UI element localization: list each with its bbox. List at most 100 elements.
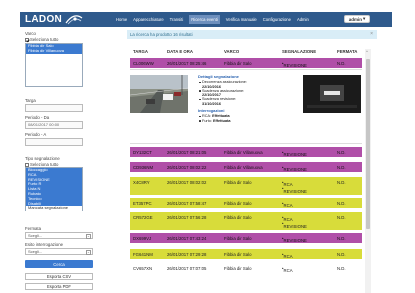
table-row[interactable]: CV657XN 26/01/2017 07:07:05 Fibbia dir S… <box>130 263 362 273</box>
fermata-value: Scegli... <box>28 233 43 238</box>
results-panel: La ricerca ha prodotto 16 risultati × TA… <box>127 30 377 293</box>
checkbox-checked-icon[interactable] <box>25 37 29 42</box>
app-logo[interactable]: LADON <box>25 13 83 26</box>
varco-listbox[interactable]: Fibbia dir Salo Fibbia dir Villanuova <box>25 43 83 87</box>
plate-photo-image[interactable] <box>303 75 361 113</box>
varco-select-all[interactable]: Seleziona tutto <box>25 37 58 42</box>
vehicle-photo-image[interactable] <box>130 75 188 113</box>
segnalazione-value: REVISIONE <box>283 152 307 157</box>
cell-fermata: N.D. <box>337 251 346 257</box>
list-item[interactable]: Mancata segnalazione <box>26 206 82 212</box>
esito-select[interactable]: Scegli... ⌄ <box>25 248 93 255</box>
cell-fermata: N.D. <box>337 235 346 241</box>
fermata-select[interactable]: Scegli... ⌄ <box>25 232 93 239</box>
tipo-listbox[interactable]: Bloccaggio RCA REVISIONE Furto R Lista N… <box>25 167 83 212</box>
nav-configurazione[interactable]: Configurazione <box>263 17 291 22</box>
cell-varco: Fibbia dir Villanuova <box>224 149 263 155</box>
cell-fermata: N.D. <box>337 265 346 271</box>
results-scrollbar[interactable]: ^ <box>365 49 371 293</box>
cell-segnalazione: • RCA <box>282 179 293 188</box>
cell-data: 26/01/2017 08:25:46 <box>167 60 207 66</box>
segnalazione-value: RCA <box>283 254 293 259</box>
cell-varco: Fibbia dir Salo <box>224 200 252 206</box>
nav-admin[interactable]: Admin <box>297 17 309 22</box>
cell-data: 26/01/2017 07:56:28 <box>167 214 207 220</box>
row-detail-panel: Dettagli segnalazione Decorrenza assicur… <box>130 69 362 144</box>
nav-verifica-manuale[interactable]: Verifica manuale <box>226 17 257 22</box>
table-row[interactable]: CD936NM 26/01/2017 08:02:22 Fibbia dir V… <box>130 162 362 172</box>
list-item[interactable]: Fibbia dir Villanuova <box>26 48 82 54</box>
cell-varco: Fibbia dir Salo <box>224 251 252 257</box>
cell-segnalazione: • REVISIONE <box>282 235 307 244</box>
table-row[interactable]: X4C8RY 26/01/2017 08:02:02 Fibbia dir Sa… <box>130 177 362 195</box>
detail-item-value: 31/10/2016 <box>202 101 222 106</box>
cell-data: 26/01/2017 08:02:22 <box>167 164 207 170</box>
cell-fermata: N.D. <box>337 149 346 155</box>
esito-label: Esito interrogazione <box>25 242 63 247</box>
cell-varco: Fibbia dir Salo <box>224 179 252 185</box>
targa-input[interactable] <box>25 104 83 112</box>
close-icon[interactable]: × <box>370 30 373 39</box>
col-data-ora[interactable]: DATA E ORA <box>167 49 193 54</box>
detail-heading: Dettagli segnalazione <box>198 74 239 79</box>
export-csv-button[interactable]: Esporta CSV <box>25 273 93 280</box>
cell-fermata: N.D. <box>337 60 346 66</box>
table-row[interactable]: ET357PC 26/01/2017 07:58:47 Fibbia dir S… <box>130 198 362 208</box>
interrog-label: Furto: <box>202 118 212 123</box>
cell-targa: CR572GE <box>133 214 153 220</box>
table-row[interactable]: CL006WW 26/01/2017 08:25:46 Fibbia dir S… <box>130 58 362 68</box>
periodo-a-label: Periodo - A <box>25 132 47 137</box>
table-row[interactable]: FG641NM 26/01/2017 07:29:28 Fibbia dir S… <box>130 249 362 259</box>
logo-text: LADON <box>25 14 63 25</box>
cell-targa: CV657XN <box>133 265 153 271</box>
segnalazione-value: REVISIONE <box>283 238 307 243</box>
search-button[interactable]: Cerca <box>25 260 93 268</box>
nav-home[interactable]: Home <box>116 17 127 22</box>
chevron-up-icon[interactable]: ^ <box>366 49 368 54</box>
main-nav: Home Apparecchiature Transiti Ricerca ev… <box>116 12 309 27</box>
cell-segnalazione: • RCA <box>282 251 293 260</box>
chevron-down-icon: ⌄ <box>86 233 91 239</box>
select-all-label: Seleziona tutto <box>30 37 59 42</box>
nav-apparecchiature[interactable]: Apparecchiature <box>133 17 164 22</box>
table-row[interactable]: DX699VJ 26/01/2017 07:43:24 Fibbia dir S… <box>130 233 362 243</box>
cell-data: 26/01/2017 07:07:05 <box>167 265 207 271</box>
targa-label: Targa <box>25 98 36 103</box>
interrog-value: Effettuata <box>212 118 231 123</box>
caret-down-icon: ▾ <box>363 16 366 21</box>
interrog-item: Furto: Effettuata <box>198 119 298 123</box>
segnalazione-value: RCA <box>283 217 293 222</box>
segnalazione-value: REVISIONE <box>283 167 307 172</box>
segnalazione-value: REVISIONE <box>283 223 307 229</box>
cell-varco: Fibbia dir Salo <box>224 60 252 66</box>
user-menu-button[interactable]: admin ▾ <box>344 15 370 23</box>
cell-data: 26/01/2017 08:21:05 <box>167 149 207 155</box>
scrollbar-thumb[interactable] <box>366 59 370 229</box>
cell-targa: ET357PC <box>133 200 152 206</box>
top-navbar: LADON Home Apparecchiature Transiti Rice… <box>20 12 392 27</box>
col-varco[interactable]: VARCO <box>224 49 239 54</box>
col-fermata[interactable]: FERMATA <box>337 49 357 54</box>
cell-varco: Fibbia dir Villanuova <box>224 164 263 170</box>
cell-segnalazione: • REVISIONE <box>282 60 307 69</box>
table-row[interactable]: DY132CT 26/01/2017 08:21:05 Fibbia dir V… <box>130 147 362 157</box>
nav-ricerca-eventi[interactable]: Ricerca eventi <box>189 15 220 24</box>
results-alert: La ricerca ha prodotto 16 risultati × <box>127 30 377 39</box>
cell-data: 26/01/2017 07:29:28 <box>167 251 207 257</box>
cell-targa: FG641NM <box>133 251 153 257</box>
nav-transiti[interactable]: Transiti <box>170 17 184 22</box>
cell-segnalazione: • RCA <box>282 214 293 223</box>
periodo-da-input[interactable]: 08/01/2017 00:00 <box>25 121 83 129</box>
col-segnalazione[interactable]: SEGNALAZIONE <box>282 49 316 54</box>
cell-segnalazione: • RCA <box>282 200 293 209</box>
filter-sidebar: Varco Seleziona tutto Fibbia dir Salo Fi… <box>20 30 120 293</box>
col-targa[interactable]: TARGA <box>133 49 148 54</box>
periodo-a-input[interactable] <box>25 138 83 146</box>
export-pdf-button[interactable]: Esporta PDF <box>25 283 93 290</box>
table-row[interactable]: CR572GE 26/01/2017 07:56:28 Fibbia dir S… <box>130 212 362 230</box>
cell-varco: Fibbia dir Salo <box>224 235 252 241</box>
logo-eye-icon <box>65 15 83 25</box>
cell-fermata: N.D. <box>337 214 346 220</box>
cell-targa: CL006WW <box>133 60 154 66</box>
segnalazione-value: RCA <box>283 182 293 187</box>
